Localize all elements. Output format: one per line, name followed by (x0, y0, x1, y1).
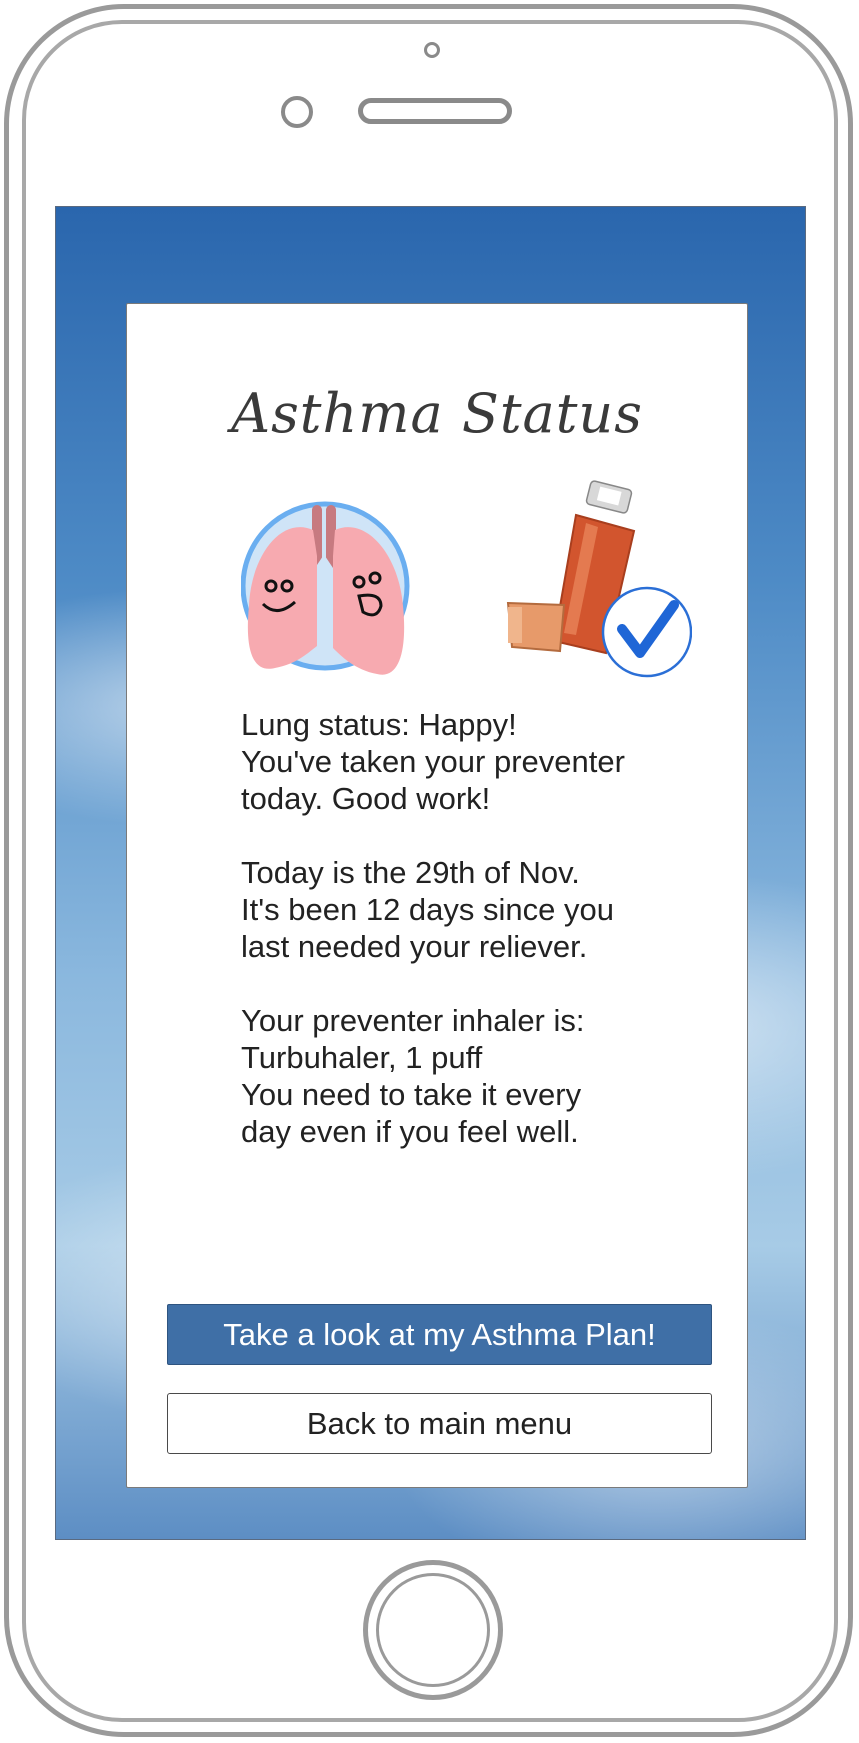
lung-status-line: Lung status: Happy! (241, 707, 517, 742)
lung-status-paragraph: Lung status: Happy! You've taken your pr… (241, 706, 701, 817)
inhaler-line-1: Your preventer inhaler is: (241, 1003, 585, 1038)
inhaler-line-3: You need to take it every (241, 1077, 582, 1112)
date-line: Today is the 29th of Nov. (241, 855, 580, 890)
speaker-grille (358, 98, 512, 124)
inhaler-icon (506, 480, 692, 678)
preventer-line-2: today. Good work! (241, 781, 491, 816)
inhaler-paragraph: Your preventer inhaler is: Turbuhaler, 1… (241, 1002, 701, 1150)
camera-icon (424, 42, 440, 58)
status-card: Asthma Status Lung status: Happy! You've… (126, 303, 748, 1488)
reliever-line-2: last needed your reliever. (241, 929, 588, 964)
preventer-line-1: You've taken your preventer (241, 744, 625, 779)
asthma-plan-button[interactable]: Take a look at my Asthma Plan! (167, 1304, 712, 1365)
phone-screen: Asthma Status Lung status: Happy! You've… (55, 206, 806, 1540)
back-to-menu-button[interactable]: Back to main menu (167, 1393, 712, 1454)
home-button[interactable] (363, 1560, 503, 1700)
reliever-paragraph: Today is the 29th of Nov. It's been 12 d… (241, 854, 701, 965)
inhaler-line-4: day even if you feel well. (241, 1114, 579, 1149)
happy-lungs-icon (241, 501, 410, 675)
inhaler-line-2: Turbuhaler, 1 puff (241, 1040, 483, 1075)
sensor-icon (281, 96, 313, 128)
page-title: Asthma Status (231, 382, 643, 445)
reliever-line-1: It's been 12 days since you (241, 892, 614, 927)
status-text-block: Lung status: Happy! You've taken your pr… (241, 706, 701, 1187)
